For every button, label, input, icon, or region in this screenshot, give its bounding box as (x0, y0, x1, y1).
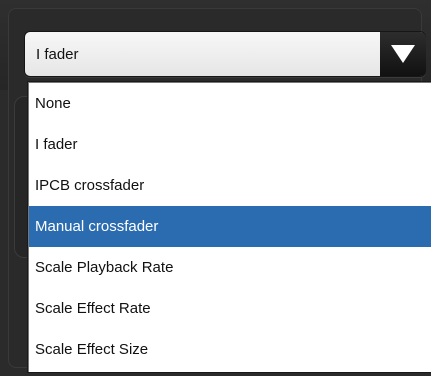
dropdown-option-list: None I fader IPCB crossfader Manual cros… (28, 82, 431, 372)
option-scale-effect-size[interactable]: Scale Effect Size (29, 329, 431, 370)
triangle-down-icon (391, 45, 415, 63)
fader-select[interactable]: I fader (24, 31, 426, 77)
option-i-fader[interactable]: I fader (29, 124, 431, 165)
dropdown-toggle-button[interactable] (380, 32, 426, 76)
option-ipcb-crossfader[interactable]: IPCB crossfader (29, 165, 431, 206)
option-scale-effect-rate[interactable]: Scale Effect Rate (29, 288, 431, 329)
option-manual-crossfader[interactable]: Manual crossfader (29, 206, 431, 247)
fader-select-value: I fader (36, 45, 79, 63)
option-none[interactable]: None (29, 83, 431, 124)
option-scale-playback-rate[interactable]: Scale Playback Rate (29, 247, 431, 288)
